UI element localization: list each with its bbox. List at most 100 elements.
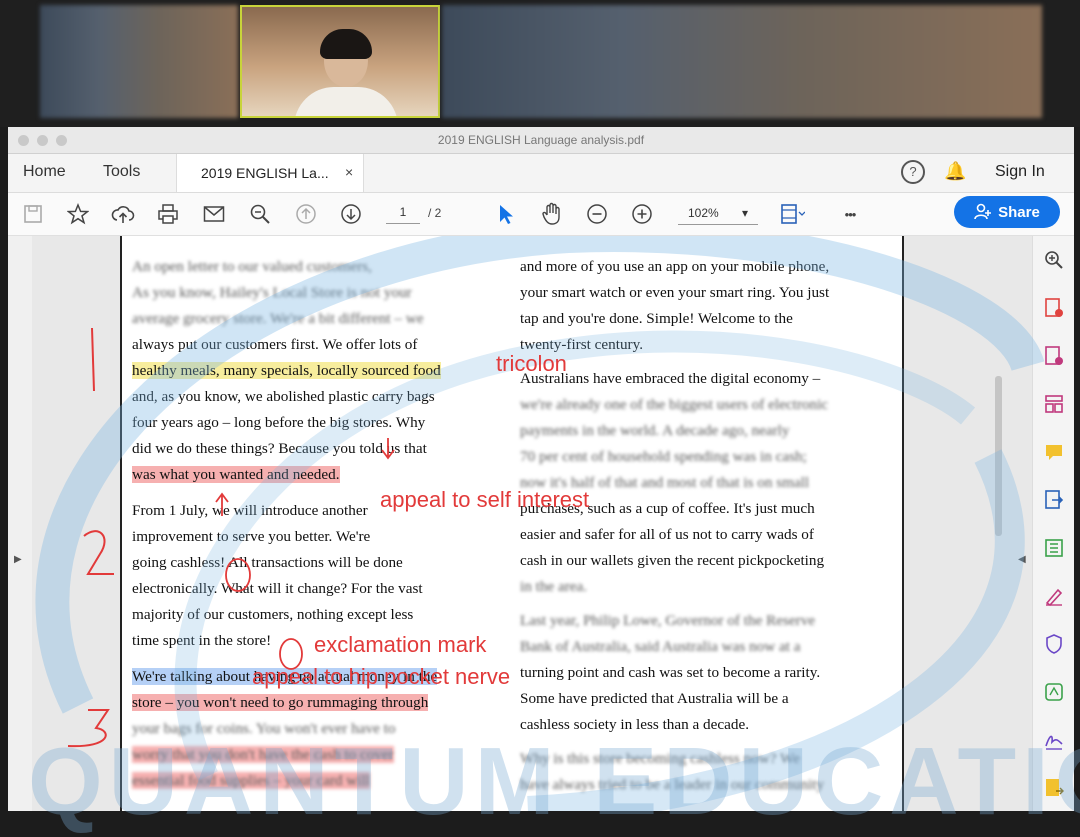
left-text-line: going cashless! All transactions will be… [132, 554, 403, 571]
right-text-line: 70 per cent of household spending was in… [520, 448, 807, 465]
right-text-line: payments in the world. A decade ago, nea… [520, 422, 790, 439]
menubar: Home Tools 2019 ENGLISH La... × ? 🔔 Sign… [8, 154, 1074, 193]
edit-pdf-icon[interactable] [1042, 344, 1066, 368]
enhance-scan-icon[interactable] [1042, 680, 1066, 704]
zoom-search-tool-icon[interactable] [1042, 248, 1066, 272]
bookmark-star-icon[interactable] [64, 200, 92, 228]
right-text-line: Australians have embraced the digital ec… [520, 370, 821, 387]
left-panel-collapsed[interactable]: ▶ [8, 236, 32, 811]
zoom-level-select[interactable]: 102% ▾ [678, 206, 758, 225]
add-user-icon [974, 203, 992, 220]
participant-tile-blurred[interactable] [442, 5, 1042, 118]
left-text-line: improvement to serve you better. We're [132, 528, 371, 545]
right-text-column: and more of you use an app on your mobil… [520, 254, 890, 798]
share-button[interactable]: Share [954, 196, 1060, 228]
right-text-line: your smart watch or even your smart ring… [520, 284, 830, 301]
pdf-reader-window: 2019 ENGLISH Language analysis.pdf Home … [8, 127, 1080, 835]
document-viewport[interactable]: ▶ An open letter to our valued customers… [8, 236, 1074, 811]
share-button-label: Share [998, 203, 1040, 221]
left-text-line: four years ago – long before the big sto… [132, 414, 426, 431]
annotation-hip-pocket-nerve: appeal to hip pocket nerve [252, 664, 511, 689]
window-titlebar: 2019 ENGLISH Language analysis.pdf [8, 127, 1074, 154]
zoom-out-icon[interactable] [583, 200, 611, 228]
left-text-line: store – you won't need to go rummaging t… [132, 694, 429, 711]
document-tab-label: 2019 ENGLISH La... [201, 165, 329, 181]
annotation-self-interest: appeal to self interest [380, 487, 590, 512]
right-text-line: twenty-first century. [520, 336, 644, 353]
left-text-line: worry that you don't have the cash to co… [132, 746, 394, 763]
right-text-line: cash in our wallets given the recent pic… [520, 552, 825, 569]
next-page-icon[interactable] [337, 200, 365, 228]
left-text-line: healthy meals, many specials, locally so… [132, 362, 441, 379]
participant-tile-blurred[interactable] [40, 5, 238, 118]
toolbar: 1 / 2 102% ▾ ••• Share [8, 193, 1074, 236]
more-options-icon[interactable]: ••• [836, 200, 864, 228]
tools-menu[interactable]: Tools [103, 163, 140, 181]
hand-pan-icon[interactable] [538, 200, 566, 228]
left-text-line: As you know, Hailey's Local Store is not… [132, 284, 412, 301]
right-text-line: Why is this store becoming cashless now?… [520, 750, 800, 767]
right-text-line: Bank of Australia, said Australia was no… [520, 638, 801, 655]
margin-number-1-stroke [91, 327, 95, 392]
participant-tile-active[interactable] [240, 5, 440, 118]
right-text-line: we're already one of the biggest users o… [520, 396, 829, 413]
left-text-line: electronically. What will it change? For… [132, 580, 423, 597]
notification-bell-icon[interactable]: 🔔 [944, 161, 966, 182]
pdf-page: An open letter to our valued customers, A… [120, 236, 904, 811]
margin-number-3-stroke [67, 709, 110, 748]
create-pdf-icon[interactable] [1042, 296, 1066, 320]
right-text-line: cashless society in less than a decade. [520, 716, 749, 733]
right-text-line: Last year, Philip Lowe, Governor of the … [520, 612, 816, 629]
page-display-icon[interactable] [778, 200, 806, 228]
fill-sign-icon[interactable] [1042, 584, 1066, 608]
select-pointer-icon[interactable] [492, 200, 520, 228]
compress-pdf-icon[interactable] [1042, 536, 1066, 560]
export-pdf-icon[interactable] [1042, 488, 1066, 512]
collapse-right-panel-icon[interactable]: ◀ [1018, 554, 1026, 565]
participant-body [294, 87, 398, 116]
home-menu[interactable]: Home [23, 163, 66, 181]
close-tab-icon[interactable]: × [345, 164, 353, 180]
chevron-down-icon: ▾ [742, 206, 749, 220]
zoom-in-icon[interactable] [628, 200, 656, 228]
right-text-line: Some have predicted that Australia will … [520, 690, 789, 707]
right-text-line: easier and safer for all of us not to ca… [520, 526, 814, 543]
zoom-search-icon[interactable] [246, 200, 274, 228]
save-icon[interactable] [19, 200, 47, 228]
send-for-review-icon[interactable] [1042, 776, 1066, 800]
comment-icon[interactable] [1042, 440, 1066, 464]
document-tab[interactable]: 2019 ENGLISH La... × [176, 154, 364, 192]
annotation-tricolon: tricolon [496, 351, 567, 376]
print-icon[interactable] [154, 200, 182, 228]
participant-hair [320, 29, 372, 59]
left-text-line: did we do these things? Because you told… [132, 440, 427, 457]
vertical-scrollbar[interactable] [995, 376, 1002, 536]
help-icon[interactable]: ? [901, 160, 925, 184]
zoom-level-value: 102% [688, 206, 719, 220]
margin-number-2-stroke [83, 530, 114, 575]
right-text-line: in the area. [520, 578, 588, 595]
protect-shield-icon[interactable] [1042, 632, 1066, 656]
left-text-line: and, as you know, we abolished plastic c… [132, 388, 435, 405]
window-title: 2019 ENGLISH Language analysis.pdf [437, 133, 645, 147]
left-text-line: your bags for coins. You won't ever have… [132, 720, 396, 737]
email-icon[interactable] [200, 200, 228, 228]
left-text-line: essential food supplies – your card will [132, 772, 370, 789]
right-tools-rail [1032, 236, 1074, 811]
previous-page-icon[interactable] [292, 200, 320, 228]
left-text-column: An open letter to our valued customers, A… [132, 254, 502, 794]
annotation-exclamation-mark: exclamation mark [314, 632, 487, 657]
request-signature-icon[interactable] [1042, 728, 1066, 752]
sign-in-link[interactable]: Sign In [995, 163, 1045, 181]
upload-cloud-icon[interactable] [109, 200, 137, 228]
organize-pages-icon[interactable] [1042, 392, 1066, 416]
right-text-line: have always tried to be a leader in our … [520, 776, 825, 793]
right-text-line: tap and you're done. Simple! Welcome to … [520, 310, 793, 327]
page-number-input[interactable]: 1 [386, 205, 420, 224]
left-text-line: average grocery store. We're a bit diffe… [132, 310, 424, 327]
expand-left-panel-icon[interactable]: ▶ [14, 554, 22, 565]
left-text-line: was what you wanted and needed. [132, 466, 340, 483]
left-text-line: majority of our customers, nothing excep… [132, 606, 414, 623]
right-text-line: turning point and cash was set to become… [520, 664, 821, 681]
left-text-line: An open letter to our valued customers, [132, 258, 372, 275]
